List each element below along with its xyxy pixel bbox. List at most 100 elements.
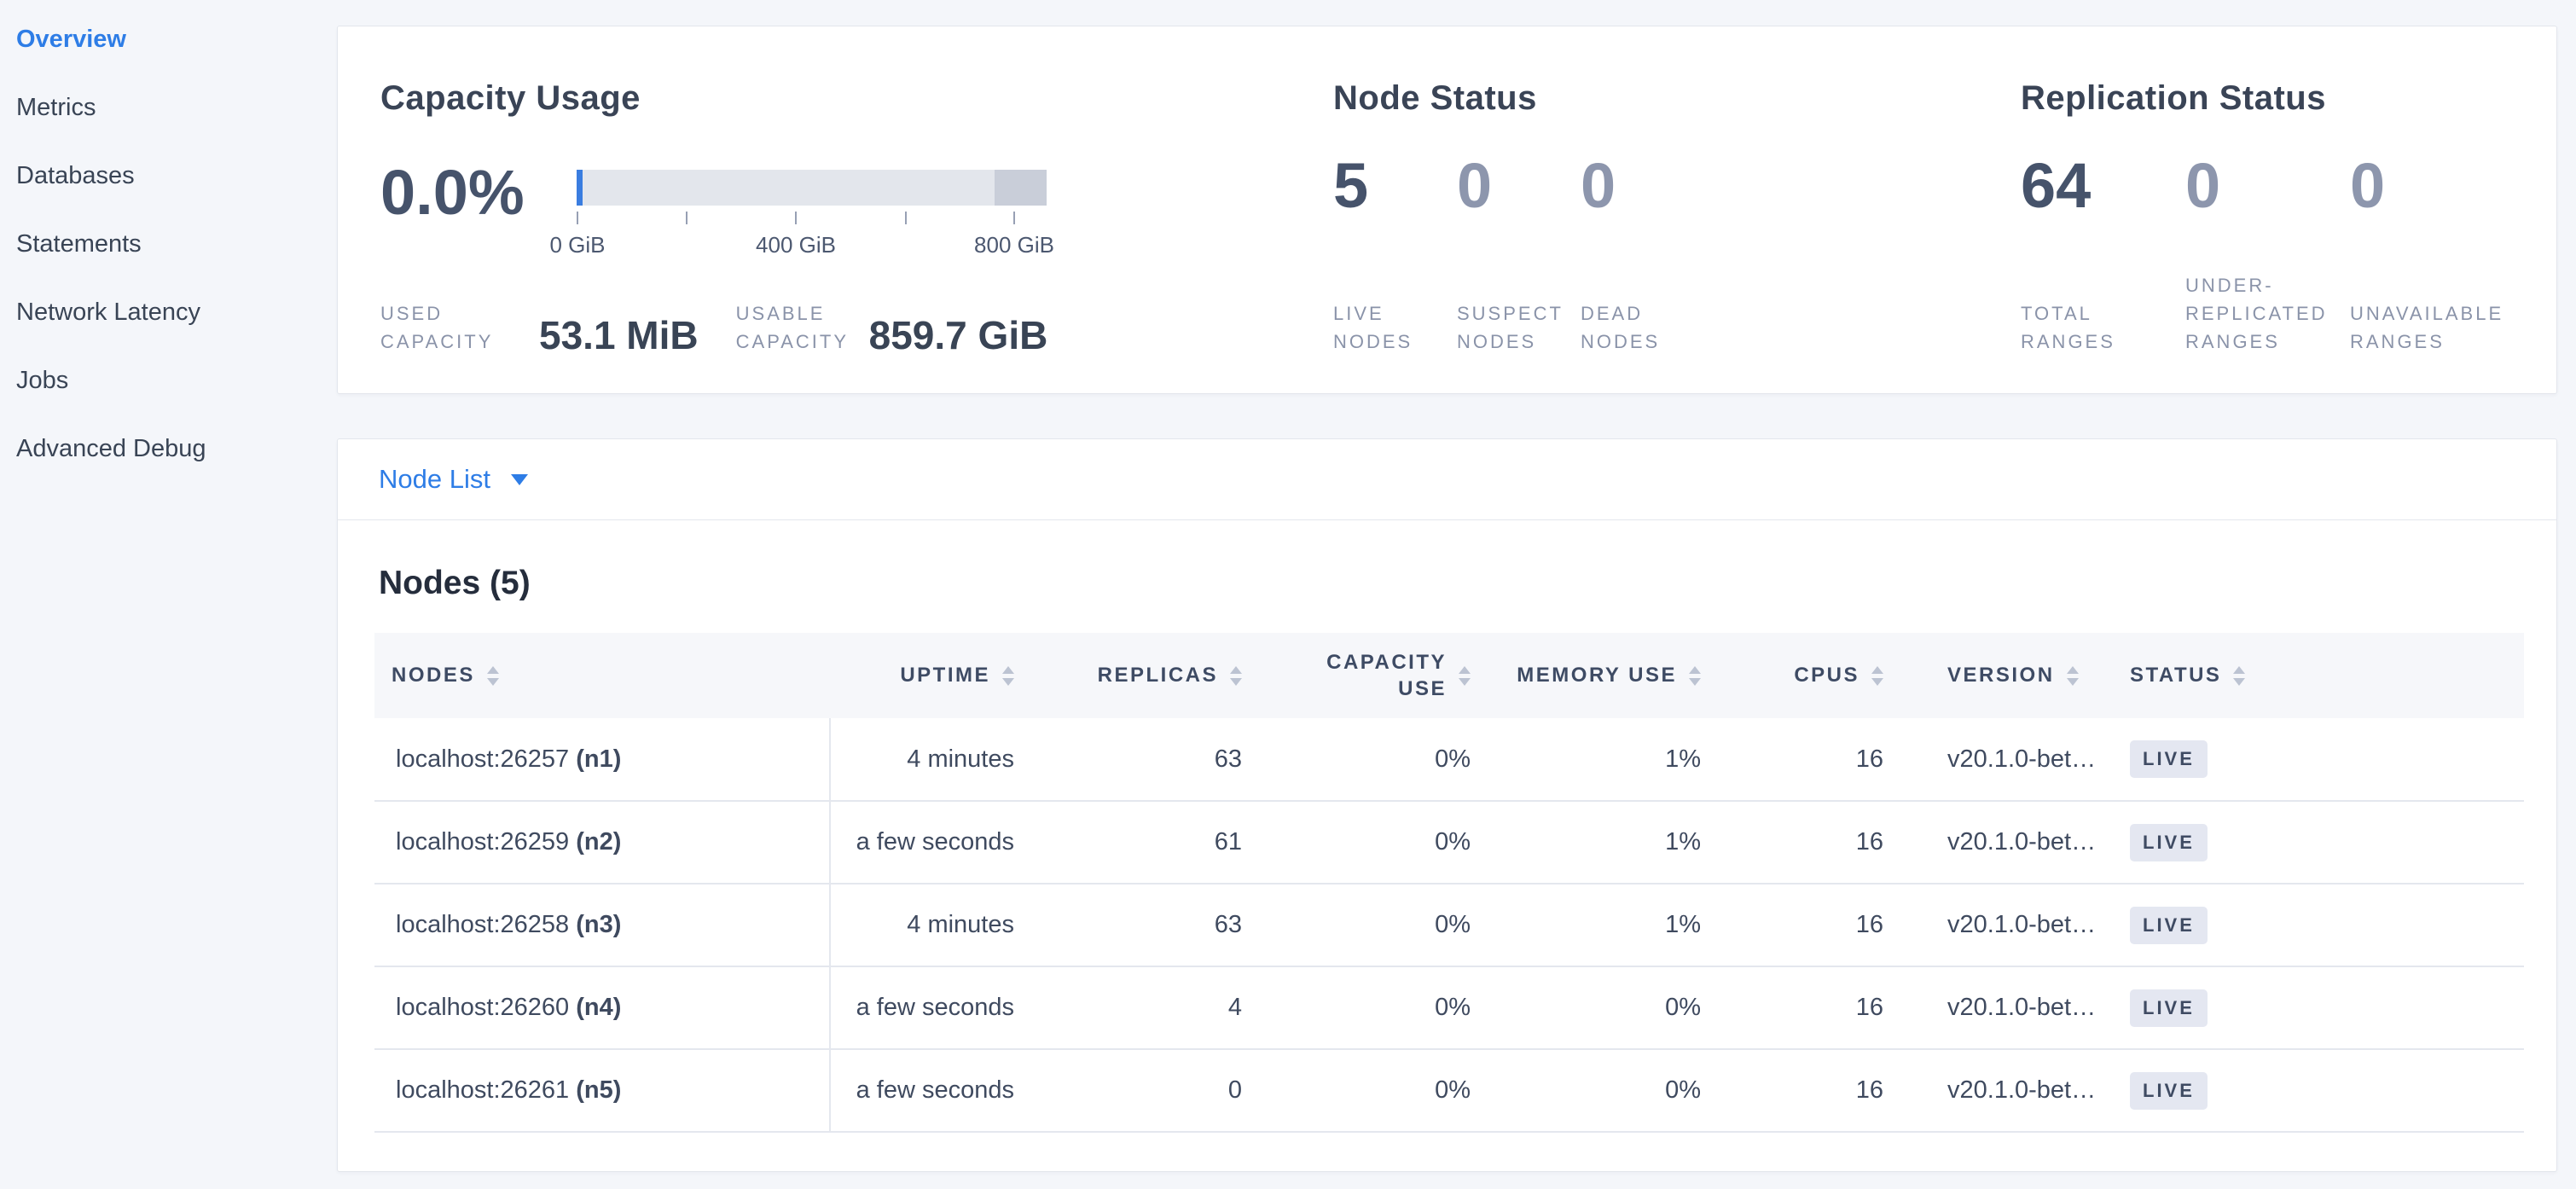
suspect-nodes-value: 0 [1457, 150, 1492, 221]
replicas-cell: 61 [1031, 801, 1259, 884]
cpus-cell: 16 [1718, 1049, 1900, 1132]
column-header-status[interactable]: STATUS [2109, 633, 2524, 718]
replication-status-title: Replication Status [2021, 79, 2326, 118]
sort-arrows-icon [1459, 666, 1471, 686]
column-header-nodes[interactable]: NODES [374, 633, 830, 718]
total-ranges-label: TOTAL RANGES [2021, 299, 2123, 356]
sort-arrows-icon [2067, 666, 2079, 686]
node-row[interactable]: localhost:26257 (n1) 4 minutes 63 0% 1% … [374, 718, 2524, 801]
dead-nodes-value: 0 [1581, 150, 1616, 221]
capacity-axis-labels: 0 GiB 400 GiB 800 GiB [577, 232, 1015, 259]
sidebar-item-label: Statements [16, 230, 142, 258]
capacity-bar-track [577, 170, 1047, 206]
cluster-overview-page: Overview Metrics Databases Statements Ne… [0, 0, 2576, 1189]
uptime-cell: 4 minutes [830, 884, 1031, 966]
node-address-cell: localhost:26260 (n4) [374, 966, 830, 1049]
sort-arrows-icon [1230, 666, 1242, 686]
under-replicated-ranges-label: UNDER-REPLICATED RANGES [2185, 271, 2335, 356]
version-cell: v20.1.0-bet… [1900, 884, 2109, 966]
node-status-labels: LIVE NODES SUSPECT NODES DEAD NODES [1333, 299, 1704, 356]
sidebar-item-overview[interactable]: Overview [0, 5, 337, 73]
sidebar-item-label: Overview [16, 26, 126, 54]
cpus-cell: 16 [1718, 801, 1900, 884]
capacity-stats: USED CAPACITY 53.1 MiB USABLE CAPACITY 8… [380, 299, 1047, 356]
nodes-table-header-row: NODES UPTIME REPLICAS CAPACITY USE MEMOR… [374, 633, 2524, 718]
capacity-bar-reserved-segment [995, 170, 1047, 206]
sidebar-item-databases[interactable]: Databases [0, 142, 337, 210]
capacity-percent-value: 0.0% [380, 161, 525, 224]
memory-use-cell: 0% [1488, 966, 1718, 1049]
sidebar-item-label: Metrics [16, 94, 96, 122]
sidebar-item-label: Jobs [16, 367, 68, 395]
uptime-cell: a few seconds [830, 801, 1031, 884]
version-cell: v20.1.0-bet… [1900, 1049, 2109, 1132]
sidebar-item-jobs[interactable]: Jobs [0, 346, 337, 415]
sort-arrows-icon [2233, 666, 2245, 686]
cpus-cell: 16 [1718, 884, 1900, 966]
live-nodes-value: 5 [1333, 150, 1368, 221]
column-header-cpus[interactable]: CPUS [1718, 633, 1900, 718]
node-list-dropdown[interactable]: Node List [338, 439, 2556, 520]
replication-status-section: Replication Status 64 0 0 TOTAL RANGES U… [2021, 26, 2550, 393]
status-badge: LIVE [2130, 1072, 2208, 1110]
axis-tick [686, 212, 688, 224]
capacity-use-cell: 0% [1259, 801, 1488, 884]
node-status-title: Node Status [1333, 79, 1537, 118]
version-cell: v20.1.0-bet… [1900, 718, 2109, 801]
node-status-section: Node Status 5 0 0 LIVE NODES SUSPECT NOD… [1333, 26, 1981, 393]
capacity-use-cell: 0% [1259, 1049, 1488, 1132]
suspect-nodes-label: SUSPECT NODES [1457, 299, 1559, 356]
unavailable-ranges-label: UNAVAILABLE RANGES [2350, 299, 2515, 356]
node-row[interactable]: localhost:26261 (n5) a few seconds 0 0% … [374, 1049, 2524, 1132]
unavailable-ranges-value: 0 [2350, 150, 2385, 221]
capacity-bar-used-segment [577, 170, 583, 206]
caret-down-icon [511, 474, 528, 485]
capacity-axis-ticks [577, 212, 1015, 225]
uptime-cell: 4 minutes [830, 718, 1031, 801]
node-row[interactable]: localhost:26259 (n2) a few seconds 61 0%… [374, 801, 2524, 884]
axis-label: 0 GiB [549, 232, 605, 258]
capacity-use-cell: 0% [1259, 718, 1488, 801]
node-address-cell: localhost:26261 (n5) [374, 1049, 830, 1132]
node-row[interactable]: localhost:26258 (n3) 4 minutes 63 0% 1% … [374, 884, 2524, 966]
memory-use-cell: 1% [1488, 718, 1718, 801]
node-address-cell: localhost:26257 (n1) [374, 718, 830, 801]
column-header-memory-use[interactable]: MEMORY USE [1488, 633, 1718, 718]
capacity-usage-title: Capacity Usage [380, 79, 641, 118]
sidebar-item-network-latency[interactable]: Network Latency [0, 278, 337, 346]
status-cell: LIVE [2109, 884, 2524, 966]
sidebar-nav: Overview Metrics Databases Statements Ne… [0, 5, 337, 483]
column-header-capacity-use[interactable]: CAPACITY USE [1259, 633, 1488, 718]
node-row[interactable]: localhost:26260 (n4) a few seconds 4 0% … [374, 966, 2524, 1049]
axis-label: 800 GiB [974, 232, 1054, 258]
replication-labels: TOTAL RANGES UNDER-REPLICATED RANGES UNA… [2021, 271, 2515, 356]
node-list-dropdown-label: Node List [379, 464, 490, 495]
capacity-usage-section: Capacity Usage 0.0% 0 GiB 400 GiB 8 [380, 26, 1327, 393]
node-address-cell: localhost:26258 (n3) [374, 884, 830, 966]
column-header-replicas[interactable]: REPLICAS [1031, 633, 1259, 718]
status-cell: LIVE [2109, 801, 2524, 884]
sort-arrows-icon [1871, 666, 1883, 686]
column-header-version[interactable]: VERSION [1900, 633, 2109, 718]
used-capacity-value: 53.1 MiB [539, 315, 699, 356]
status-cell: LIVE [2109, 718, 2524, 801]
status-badge: LIVE [2130, 989, 2208, 1027]
replicas-cell: 4 [1031, 966, 1259, 1049]
status-badge: LIVE [2130, 824, 2208, 861]
sort-arrows-icon [487, 666, 499, 686]
usable-capacity-value: 859.7 GiB [869, 315, 1048, 356]
sidebar-item-label: Network Latency [16, 299, 200, 327]
status-badge: LIVE [2130, 907, 2208, 944]
sidebar-item-statements[interactable]: Statements [0, 210, 337, 278]
sidebar-item-advanced-debug[interactable]: Advanced Debug [0, 415, 337, 483]
column-header-uptime[interactable]: UPTIME [830, 633, 1031, 718]
replicas-cell: 0 [1031, 1049, 1259, 1132]
axis-tick [577, 212, 578, 224]
version-cell: v20.1.0-bet… [1900, 801, 2109, 884]
sidebar-item-metrics[interactable]: Metrics [0, 73, 337, 142]
nodes-count-heading: Nodes (5) [379, 565, 2556, 602]
node-status-values: 5 0 0 [1333, 154, 1704, 218]
capacity-use-cell: 0% [1259, 884, 1488, 966]
status-cell: LIVE [2109, 966, 2524, 1049]
nodes-table: NODES UPTIME REPLICAS CAPACITY USE MEMOR… [374, 633, 2524, 1133]
